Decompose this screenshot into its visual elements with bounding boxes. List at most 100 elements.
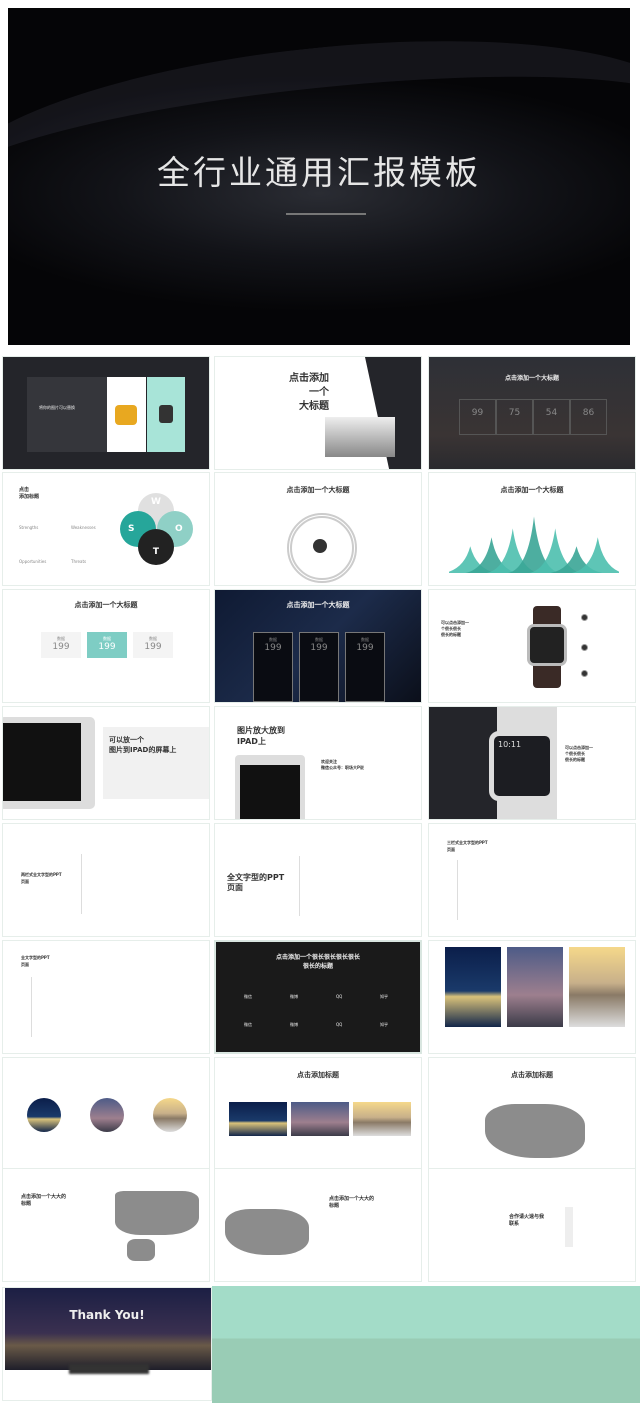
- slide-thank-you[interactable]: Thank You!: [2, 1287, 212, 1401]
- title-line: 大标题: [299, 401, 329, 412]
- slide-peak-chart[interactable]: 点击添加一个大标题: [428, 472, 636, 586]
- ipad-frame: [235, 755, 305, 819]
- slide-watch-light[interactable]: 可以点击添加一 个很长很长 很长的标题: [428, 589, 636, 703]
- slide-text-2col[interactable]: 两栏式全文字型的PPT 页面: [2, 823, 210, 937]
- slide-title: 点击添加一个大标题: [286, 601, 350, 609]
- text: 标题: [329, 1203, 340, 1209]
- slide-title-cover[interactable]: 点击添加 一个 大标题: [214, 356, 422, 470]
- slide-title: 点击添加一个大标题: [286, 486, 350, 494]
- slide-pricing-light[interactable]: 点击添加一个大标题 数据 199 数据 199 数据 199: [2, 589, 210, 703]
- stat-value: 75: [496, 399, 533, 435]
- title-underline: [286, 213, 366, 215]
- stat-value: 86: [570, 399, 607, 435]
- qr-code: [565, 1207, 573, 1247]
- slide-photo-tiles[interactable]: [428, 940, 636, 1054]
- slide-title: 点击添加一个大标题: [500, 486, 564, 494]
- photo-bridge: [445, 947, 501, 1027]
- slide-social[interactable]: 点击添加一个很长很长很长很长 很长的标题 微信 微博 QQ 知乎 微信 微博 Q…: [214, 940, 422, 1054]
- slide-world-map[interactable]: 点击添加标题: [428, 1057, 636, 1171]
- text: 微信公众号：职场大P说: [321, 765, 364, 770]
- swot-t: T: [138, 529, 174, 565]
- icon: [581, 670, 588, 677]
- card: 数据 199: [133, 632, 173, 658]
- photo-tower: [507, 947, 563, 1027]
- photo-tower: [90, 1098, 124, 1132]
- slide-pricing-dark[interactable]: 点击添加一个大标题 数据 199 数据 199 数据 199: [214, 589, 422, 703]
- title-line: 点击添加: [289, 373, 329, 384]
- divider: [457, 860, 458, 920]
- slide-usa-map[interactable]: 点击添加一个大大的 标题: [2, 1168, 210, 1282]
- slide-text-page[interactable]: 全文字型的PPT 页面: [2, 940, 210, 1054]
- icon: [581, 614, 588, 621]
- photo-temple: [569, 947, 625, 1027]
- blurred-text: [69, 1364, 149, 1374]
- slide-title: 点击添加标题: [511, 1071, 553, 1079]
- card-highlight: 数据 199: [87, 632, 127, 658]
- slide-ipad-1[interactable]: 可以放一个 图片到IPAD的屏幕上: [2, 706, 210, 820]
- watch-face: 10:11: [489, 731, 555, 801]
- social-qq[interactable]: QQ: [336, 1022, 342, 1027]
- slide-numbers[interactable]: 点击添加一个大标题 99 75 54 86: [428, 356, 636, 470]
- watch-face: [527, 624, 567, 666]
- watch-image: [147, 377, 185, 452]
- text: 点击添加一个大大的: [329, 1196, 375, 1202]
- background-filler: [212, 1286, 640, 1403]
- text: 页面: [21, 962, 29, 967]
- stat-value: 54: [533, 399, 570, 435]
- slide-world-map-2[interactable]: 点击添加一个大大的 标题: [214, 1168, 422, 1282]
- ipad-frame: [3, 717, 95, 809]
- text: 可以放一个: [109, 736, 144, 744]
- stat-value: 99: [459, 399, 496, 435]
- title: 添加标题: [19, 494, 40, 500]
- photo-temple: [353, 1102, 411, 1136]
- text: 联系: [509, 1221, 520, 1227]
- cover-slide[interactable]: 全行业通用汇报模板: [8, 8, 630, 345]
- text: 页面: [447, 847, 455, 852]
- social-qq[interactable]: QQ: [336, 994, 342, 999]
- social-weibo[interactable]: 微博: [290, 994, 298, 1000]
- social-zhihu[interactable]: 知乎: [380, 994, 388, 1000]
- social-weibo[interactable]: 微博: [290, 1022, 298, 1028]
- slide-photo-row[interactable]: 点击添加标题: [214, 1057, 422, 1171]
- world-map: [225, 1209, 309, 1255]
- slide-ipad-2[interactable]: 图片放大放到 IPAD上 欢迎关注 微信公众号：职场大P说: [214, 706, 422, 820]
- slide-title: 点击添加标题: [297, 1071, 339, 1079]
- photo-tower: [291, 1102, 349, 1136]
- thank-you-title: Thank You!: [69, 1308, 145, 1322]
- text: 很长的标题: [441, 632, 461, 637]
- text: 页面: [21, 879, 29, 884]
- slide-text-full[interactable]: 全文字型的PPT 页面: [214, 823, 422, 937]
- swot-label: Weaknesses: [71, 525, 96, 530]
- product-image: [107, 377, 146, 452]
- text: 页面: [227, 883, 243, 892]
- peak-chart: [449, 516, 619, 573]
- text: 两栏式全文字型的PPT: [21, 872, 62, 877]
- slide-radial-diagram[interactable]: 点击添加一个大标题: [214, 472, 422, 586]
- alaska-map: [127, 1239, 155, 1261]
- swot-label: Opportunities: [19, 559, 47, 564]
- text: 图片到IPAD的屏幕上: [109, 746, 177, 754]
- swot-label: Threats: [71, 559, 87, 564]
- laptop-photo: [325, 417, 395, 457]
- diamond-icon: [313, 539, 327, 553]
- usa-map: [115, 1191, 199, 1235]
- slide-title: 点击添加一个大标题: [74, 601, 138, 609]
- slide-contact[interactable]: 合作请火速与我 联系: [428, 1168, 636, 1282]
- slide-image-showcase[interactable]: 将你的图片可以替换: [2, 356, 210, 470]
- swot-label: Strengths: [19, 525, 39, 530]
- slide-photo-circles[interactable]: [2, 1057, 210, 1171]
- caption: 将你的图片可以替换: [39, 405, 75, 410]
- slide-swot[interactable]: 点击 添加标题 Strengths Weaknesses Opportuniti…: [2, 472, 210, 586]
- social-zhihu[interactable]: 知乎: [380, 1022, 388, 1028]
- text: 标题: [21, 1201, 32, 1207]
- building-photo: [5, 1288, 211, 1370]
- slide-watch-dark[interactable]: 10:11 可以点击添加一 个很长很长 很长的标题: [428, 706, 636, 820]
- divider: [31, 977, 32, 1037]
- card: 数据 199: [345, 632, 385, 702]
- slide-text-3col[interactable]: 三栏式全文字型的PPT 页面: [428, 823, 636, 937]
- card: 数据 199: [41, 632, 81, 658]
- social-wechat[interactable]: 微信: [244, 994, 252, 1000]
- card: 数据 199: [253, 632, 293, 702]
- social-wechat[interactable]: 微信: [244, 1022, 252, 1028]
- photo-temple: [153, 1098, 187, 1132]
